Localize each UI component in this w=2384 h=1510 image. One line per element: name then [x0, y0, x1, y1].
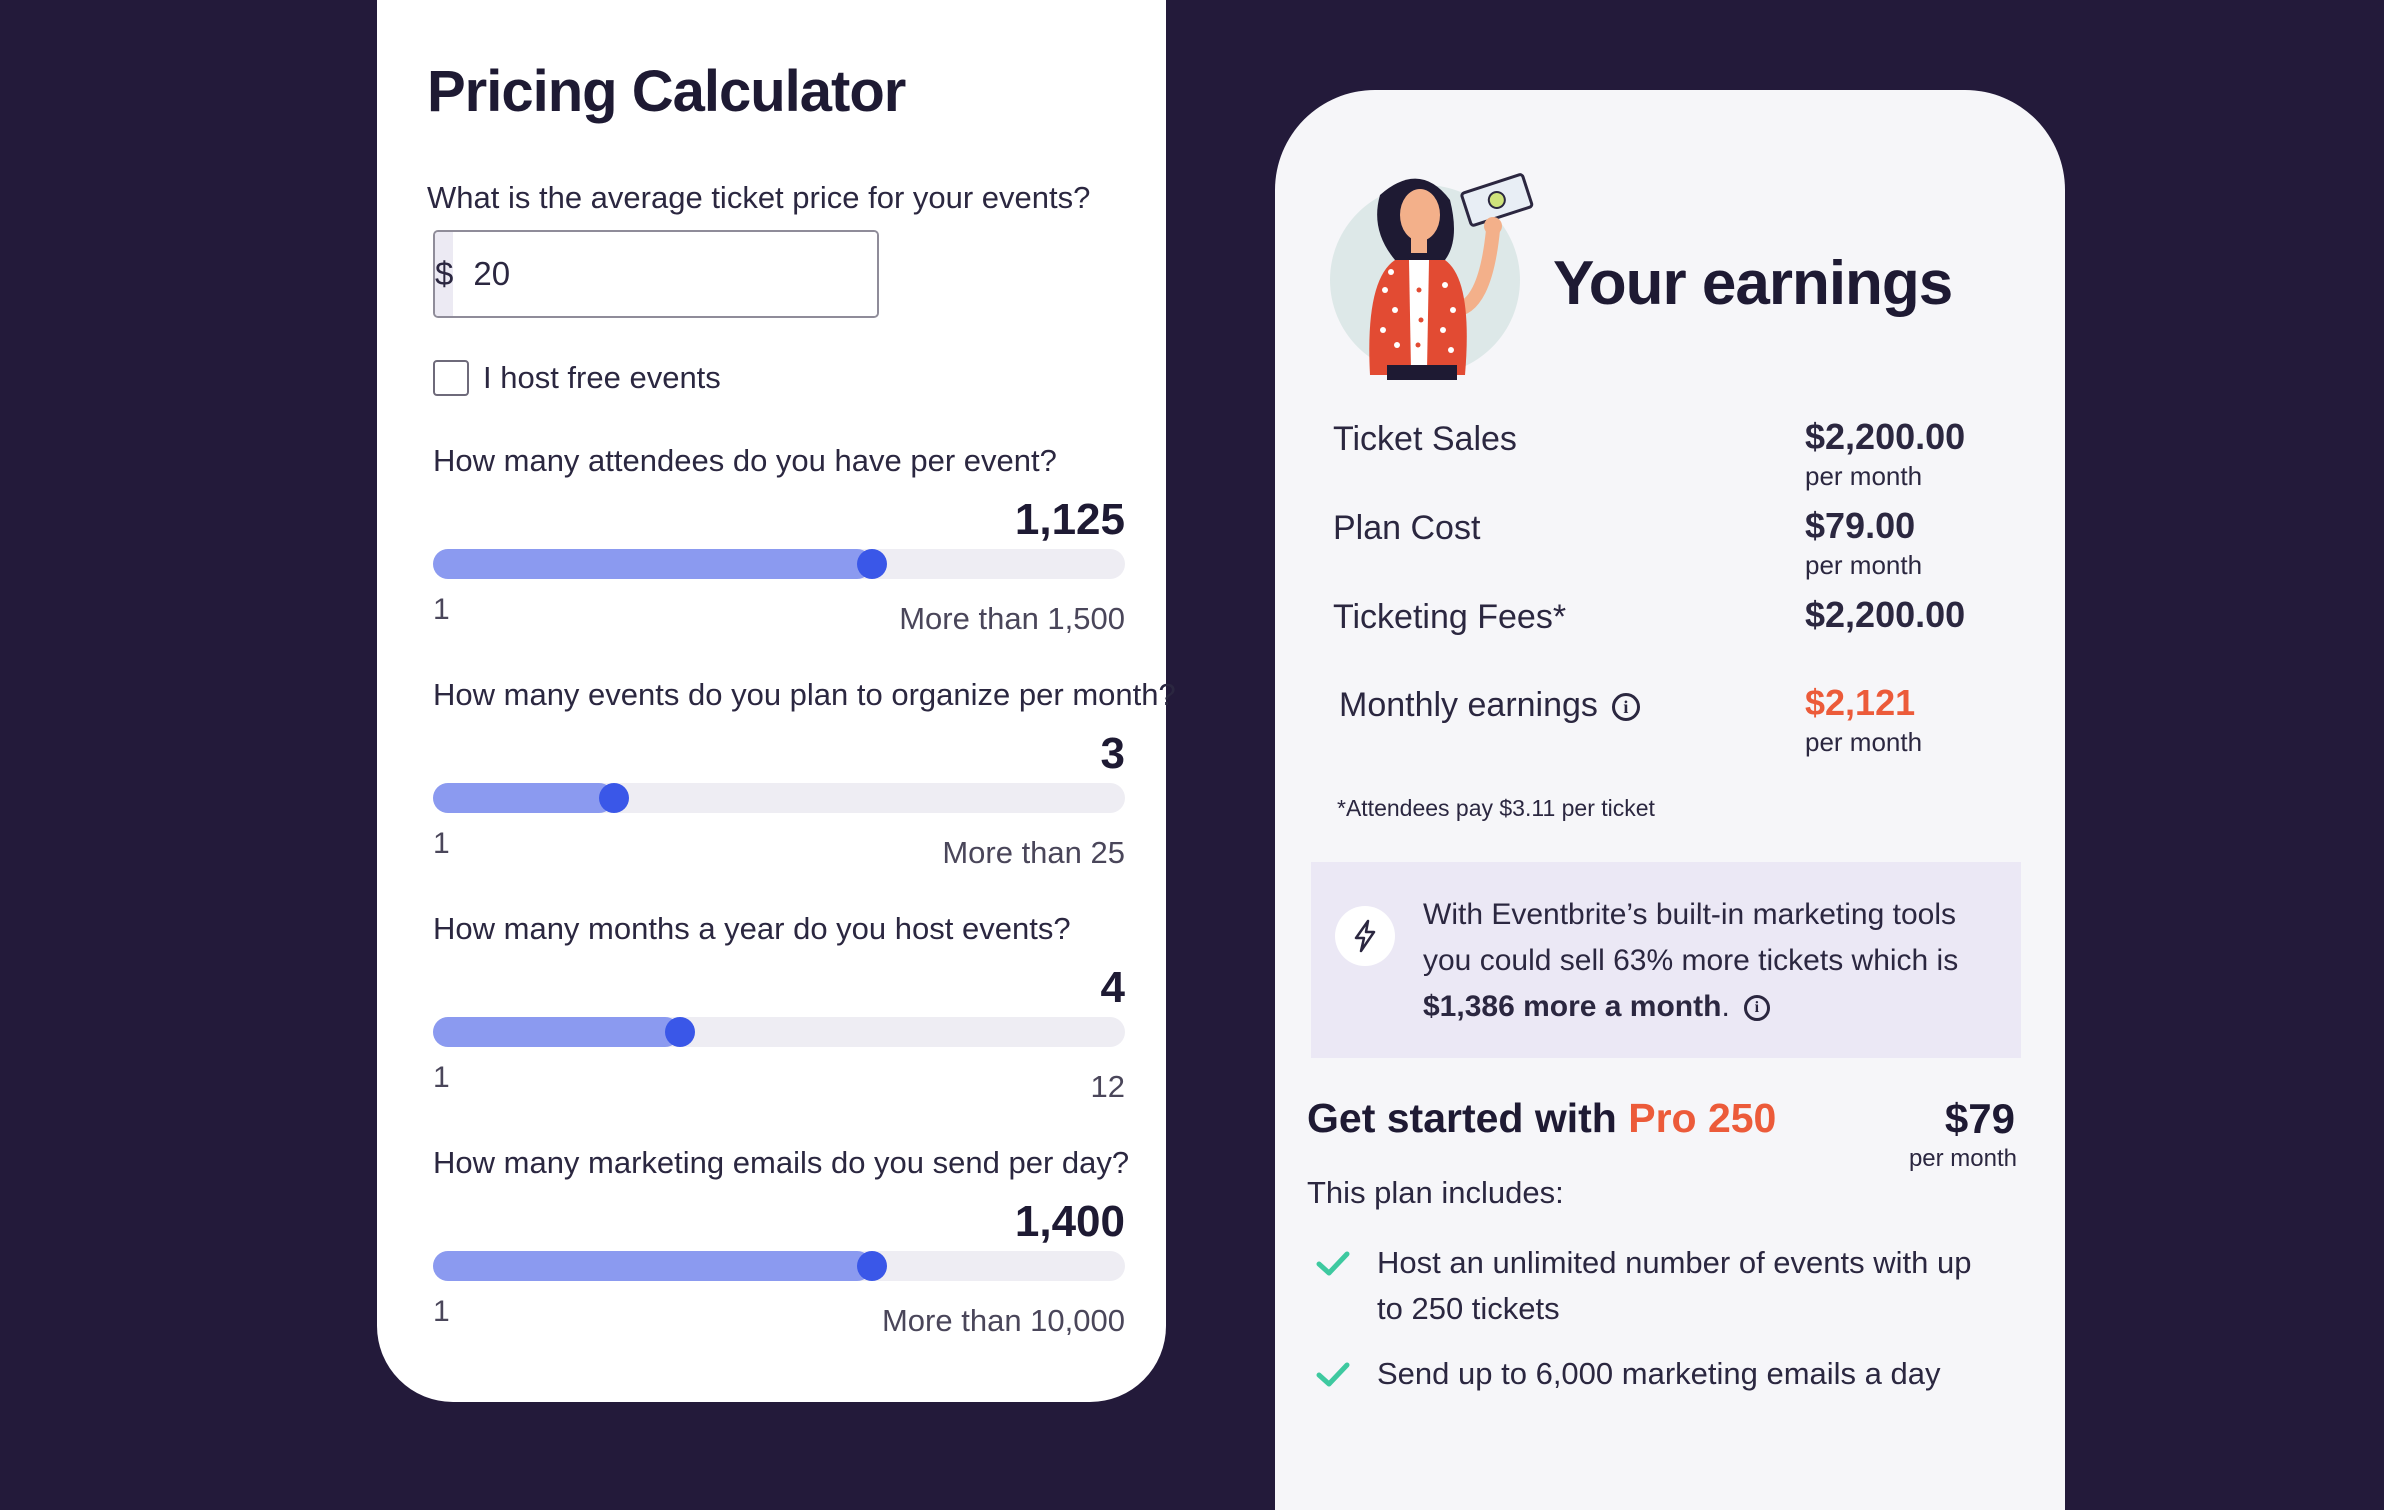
events-min: 1	[433, 827, 450, 860]
promo-text: With Eventbrite’s built-in marketing too…	[1423, 892, 1983, 1030]
info-icon[interactable]: i	[1611, 693, 1640, 722]
lightning-icon	[1335, 906, 1395, 966]
events-slider-block: How many events do you plan to organize …	[433, 677, 1176, 907]
plan-name: Pro 250	[1628, 1095, 1777, 1141]
monthly-earnings-row: Monthly earnings i	[1339, 686, 1640, 725]
promo-line-2: you could sell 63% more tickets which is	[1423, 944, 1959, 977]
earnings-card: Your earnings Ticket Sales $2,200.00 per…	[1275, 90, 2065, 1510]
currency-prefix: $	[435, 232, 454, 316]
plan-heading: Get started with Pro 250	[1307, 1095, 1776, 1142]
ticket-sales-label: Ticket Sales	[1333, 420, 1517, 458]
attendees-max: More than 1,500	[899, 601, 1125, 636]
calculator-title: Pricing Calculator	[427, 59, 906, 124]
emails-slider-block: How many marketing emails do you send pe…	[433, 1145, 1129, 1375]
free-events-checkbox[interactable]	[433, 360, 469, 396]
months-slider-block: How many months a year do you host event…	[433, 911, 1125, 1141]
pricing-calculator-card: Pricing Calculator What is the average t…	[377, 0, 1176, 1402]
promo-highlight: $1,386 more a month	[1423, 990, 1722, 1023]
woman-holding-cash-illustration	[1330, 173, 1534, 380]
emails-slider-thumb[interactable]	[857, 1251, 888, 1281]
plan-price-period: per month	[1908, 1145, 2017, 1172]
monthly-earnings-period: per month	[1805, 727, 1923, 757]
ticket-price-input[interactable]	[453, 232, 877, 316]
ticket-sales-amount: $2,200.00	[1805, 416, 1966, 457]
months-slider-thumb[interactable]	[665, 1017, 696, 1047]
plan-cost-amount: $79.00	[1805, 505, 1916, 546]
months-slider-fill	[433, 1017, 681, 1047]
ticketing-fees-label: Ticketing Fees*	[1333, 598, 1567, 636]
attendees-min: 1	[433, 593, 450, 626]
events-value: 3	[1100, 729, 1125, 778]
attendees-slider-thumb[interactable]	[857, 549, 888, 579]
plan-feature: Send up to 6,000 marketing emails a day	[1315, 1351, 2015, 1397]
months-max: 12	[1090, 1069, 1125, 1104]
promo-info-icon[interactable]: i	[1743, 995, 1770, 1022]
earnings-title: Your earnings	[1553, 249, 1953, 318]
plan-cost-label: Plan Cost	[1333, 509, 1481, 547]
attendees-value: 1,125	[1014, 495, 1125, 544]
plan-cost-period: per month	[1805, 550, 1923, 580]
plan-feature-text: Send up to 6,000 marketing emails a day	[1377, 1356, 1941, 1391]
check-icon	[1316, 1362, 1350, 1387]
plan-heading-prefix: Get started with	[1307, 1095, 1629, 1141]
months-min: 1	[433, 1061, 450, 1094]
emails-max: More than 10,000	[881, 1303, 1125, 1338]
free-events-option[interactable]: I host free events	[433, 360, 721, 396]
plan-includes-label: This plan includes:	[1307, 1175, 1564, 1210]
plan-feature-text: Host an unlimited number of events with …	[1377, 1245, 1972, 1326]
ticketing-fees-amount: $2,200.00	[1805, 594, 1966, 635]
monthly-earnings-label: Monthly earnings	[1339, 686, 1598, 724]
emails-value: 1,400	[1014, 1197, 1125, 1246]
emails-min: 1	[433, 1295, 450, 1328]
attendees-slider[interactable]	[433, 549, 1125, 579]
events-question: How many events do you plan to organize …	[433, 677, 1176, 712]
attendees-question: How many attendees do you have per event…	[433, 443, 1057, 478]
ticket-price-field[interactable]: $	[433, 230, 879, 318]
attendees-slider-block: How many attendees do you have per event…	[433, 443, 1125, 673]
emails-question: How many marketing emails do you send pe…	[433, 1145, 1130, 1180]
emails-slider[interactable]	[433, 1251, 1125, 1281]
check-icon	[1316, 1251, 1350, 1276]
free-events-label: I host free events	[483, 360, 721, 395]
attendee-fee-footnote: *Attendees pay $3.11 per ticket	[1337, 795, 1655, 821]
events-slider-fill	[433, 783, 615, 813]
plan-feature: Host an unlimited number of events with …	[1315, 1240, 2015, 1332]
monthly-earnings-amount: $2,121	[1805, 682, 1916, 723]
months-value: 4	[1100, 963, 1125, 1012]
emails-slider-fill	[433, 1251, 873, 1281]
events-slider-thumb[interactable]	[599, 783, 630, 813]
events-slider[interactable]	[433, 783, 1125, 813]
marketing-promo-box: With Eventbrite’s built-in marketing too…	[1311, 862, 2021, 1058]
events-max: More than 25	[942, 835, 1125, 870]
plan-price: $79	[1944, 1095, 2015, 1142]
attendees-slider-fill	[433, 549, 873, 579]
ticket-sales-period: per month	[1805, 461, 1923, 491]
promo-line-1: With Eventbrite’s built-in marketing too…	[1423, 898, 1956, 931]
ticket-price-question: What is the average ticket price for you…	[427, 180, 1091, 215]
months-slider[interactable]	[433, 1017, 1125, 1047]
promo-suffix: .	[1721, 990, 1730, 1023]
months-question: How many months a year do you host event…	[433, 911, 1071, 946]
